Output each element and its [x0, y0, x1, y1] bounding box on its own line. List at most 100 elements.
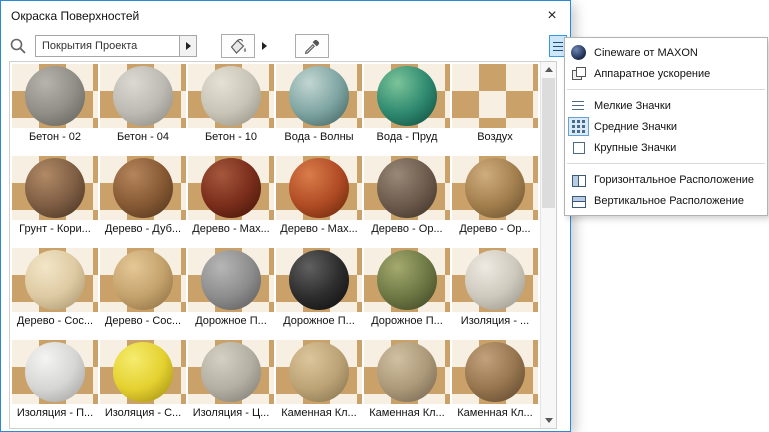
pick-surface-button[interactable] [295, 34, 329, 58]
material-sphere [289, 66, 349, 126]
catalog-select[interactable]: Покрытия Проекта [35, 35, 197, 57]
material-label: Дорожное П... [283, 315, 355, 327]
material-sphere [201, 250, 261, 310]
menu-item-icon-box [568, 64, 589, 83]
material-item[interactable]: Каменная Кл... [364, 340, 450, 428]
material-sphere [113, 250, 173, 310]
menu-item-small-icons[interactable]: Мелкие Значки [565, 95, 767, 116]
material-label: Дерево - Мах... [192, 223, 270, 235]
close-button[interactable]: × [534, 2, 570, 31]
material-label: Дерево - Ор... [371, 223, 443, 235]
menu-item-label: Горизонтальное Расположение [594, 173, 755, 186]
menu-item-icon-box [568, 138, 589, 157]
menu-item-large-icons[interactable]: Крупные Значки [565, 137, 767, 158]
material-thumbnail [188, 64, 274, 128]
material-label: Изоляция - С... [104, 407, 182, 419]
catalog-select-value: Покрытия Проекта [42, 40, 138, 52]
menu-item-label: Cineware от MAXON [594, 46, 698, 59]
material-item[interactable]: Дерево - Мах... [276, 156, 362, 246]
material-thumbnail [100, 340, 186, 404]
material-item[interactable]: Дерево - Ор... [364, 156, 450, 246]
menu-item-medium-icons[interactable]: Средние Значки [565, 116, 767, 137]
catalog-select-arrow-button[interactable] [179, 36, 196, 56]
chevron-right-icon [261, 42, 267, 50]
material-item[interactable]: Дорожное П... [276, 248, 362, 338]
material-thumbnail [12, 156, 98, 220]
menu-item-icon-box [568, 170, 589, 189]
material-label: Вода - Волны [284, 131, 354, 143]
material-thumbnail [364, 64, 450, 128]
material-thumbnail [452, 248, 538, 312]
material-label: Дорожное П... [195, 315, 267, 327]
material-thumbnail [452, 340, 538, 404]
material-thumbnail [188, 156, 274, 220]
menu-item-label: Крупные Значки [594, 141, 677, 154]
menu-item-icon-box [568, 117, 589, 136]
material-item[interactable]: Дерево - Сос... [100, 248, 186, 338]
material-sphere [113, 342, 173, 402]
material-item[interactable]: Дорожное П... [188, 248, 274, 338]
vertical-layout-icon [571, 195, 586, 208]
paint-options-arrow-button[interactable] [259, 34, 269, 58]
material-thumbnail [452, 64, 538, 128]
material-sphere [25, 342, 85, 402]
material-thumbnail [364, 340, 450, 404]
material-label: Изоляция - ... [460, 315, 530, 327]
material-item[interactable]: Бетон - 04 [100, 64, 186, 154]
hardware-acceleration-icon [571, 66, 586, 81]
menu-separator [567, 89, 765, 90]
context-menu: Cineware от MAXON Аппаратное ускорение Мел… [564, 37, 768, 216]
material-label: Изоляция - Ц... [192, 407, 270, 419]
material-item[interactable]: Изоляция - ... [452, 248, 538, 338]
menu-item-vertical-layout[interactable]: Вертикальное Расположение [565, 190, 767, 211]
material-label: Воздух [477, 131, 513, 143]
material-item[interactable]: Бетон - 02 [12, 64, 98, 154]
menu-item-label: Вертикальное Расположение [594, 194, 744, 207]
material-label: Каменная Кл... [369, 407, 445, 419]
material-item[interactable]: Дерево - Мах... [188, 156, 274, 246]
scrollbar-thumb[interactable] [542, 78, 555, 208]
material-label: Бетон - 04 [116, 131, 170, 143]
materials-panel: Бетон - 02 Бетон - 04 Бетон - 10 Вода - Вол… [9, 61, 557, 429]
material-sphere [377, 342, 437, 402]
material-item[interactable]: Изоляция - Ц... [188, 340, 274, 428]
menu-item-cineware[interactable]: Cineware от MAXON [565, 42, 767, 63]
toolbar: Покрытия Проекта [1, 31, 570, 61]
material-label: Бетон - 02 [28, 131, 82, 143]
materials-grid: Бетон - 02 Бетон - 04 Бетон - 10 Вода - Вол… [10, 62, 540, 428]
material-thumbnail [452, 156, 538, 220]
vertical-scrollbar[interactable] [540, 62, 556, 428]
material-item[interactable]: Вода - Волны [276, 64, 362, 154]
material-label: Каменная Кл... [457, 407, 533, 419]
small-icons-icon [571, 98, 586, 113]
search-icon [10, 38, 26, 54]
material-label: Бетон - 10 [204, 131, 258, 143]
material-sphere [201, 342, 261, 402]
material-item[interactable]: Каменная Кл... [452, 340, 538, 428]
paint-bucket-icon [230, 38, 247, 54]
material-item[interactable]: Бетон - 10 [188, 64, 274, 154]
material-thumbnail [276, 156, 362, 220]
material-item[interactable]: Каменная Кл... [276, 340, 362, 428]
paint-surface-button[interactable] [221, 34, 255, 58]
material-item[interactable]: Изоляция - П... [12, 340, 98, 428]
material-thumbnail [188, 248, 274, 312]
material-item[interactable]: Вода - Пруд [364, 64, 450, 154]
eyedropper-icon [304, 39, 320, 55]
scroll-down-button[interactable] [541, 413, 556, 428]
material-item[interactable]: Изоляция - С... [100, 340, 186, 428]
material-item[interactable]: Дерево - Сос... [12, 248, 98, 338]
material-item[interactable]: Дерево - Дуб... [100, 156, 186, 246]
material-item[interactable]: Дерево - Ор... [452, 156, 538, 246]
material-thumbnail [276, 64, 362, 128]
material-thumbnail [364, 156, 450, 220]
material-item[interactable]: Воздух [452, 64, 538, 154]
menu-item-hardware-acceleration[interactable]: Аппаратное ускорение [565, 63, 767, 84]
menu-item-horizontal-layout[interactable]: Горизонтальное Расположение [565, 169, 767, 190]
material-label: Каменная Кл... [281, 407, 357, 419]
scroll-up-button[interactable] [541, 62, 556, 77]
dialog-title: Окраска Поверхностей [11, 9, 140, 23]
close-icon: × [547, 7, 557, 24]
material-item[interactable]: Дорожное П... [364, 248, 450, 338]
material-item[interactable]: Грунт - Кори... [12, 156, 98, 246]
